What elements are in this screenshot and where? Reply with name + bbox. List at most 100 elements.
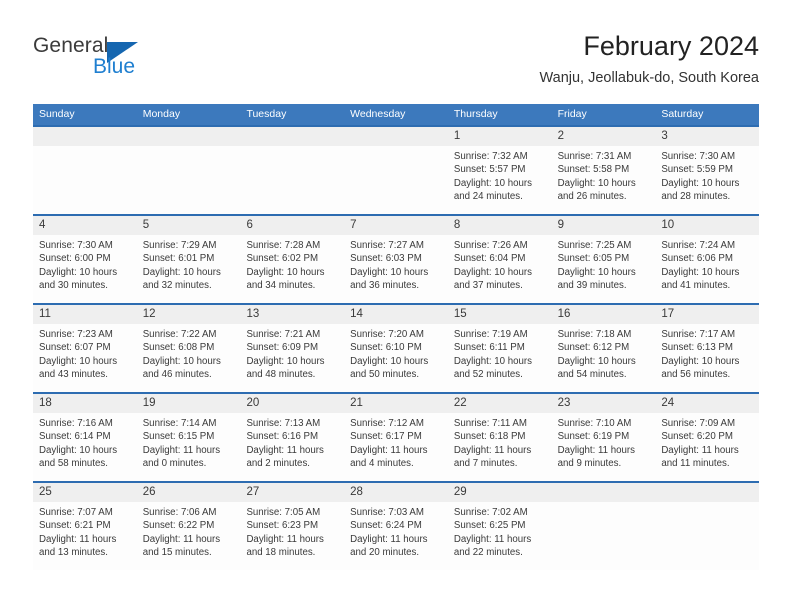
day-number-band: 20 (240, 394, 345, 413)
day-details: Sunrise: 7:25 AM Sunset: 6:05 PM Daylight:… (552, 235, 656, 293)
day-cell[interactable]: 7 Sunrise: 7:27 AM Sunset: 6:03 PM Daylight… (344, 216, 448, 303)
day-cell[interactable]: 9 Sunrise: 7:25 AM Sunset: 6:05 PM Daylight… (551, 216, 656, 303)
daylight-text-line1: Daylight: 11 hours (453, 533, 532, 545)
sunset-text: Sunset: 6:09 PM (246, 342, 319, 354)
day-cell[interactable]: 8 Sunrise: 7:26 AM Sunset: 6:04 PM Daylight… (447, 216, 552, 303)
day-number-band (136, 127, 241, 146)
day-number: 16 (557, 308, 571, 320)
day-cell[interactable]: 20 Sunrise: 7:13 AM Sunset: 6:16 PM Dayligh… (240, 394, 345, 481)
day-cell[interactable]: 23 Sunrise: 7:10 AM Sunset: 6:19 PM Dayligh… (551, 394, 656, 481)
sunrise-text: Sunrise: 7:06 AM (142, 507, 217, 518)
day-cell[interactable]: 11 Sunrise: 7:23 AM Sunset: 6:07 PM Dayligh… (33, 305, 137, 392)
day-cell[interactable]: 2 Sunrise: 7:31 AM Sunset: 5:58 PM Daylight… (551, 127, 656, 214)
day-number-band: 1 (447, 127, 552, 146)
sunrise-text: Sunrise: 7:10 AM (557, 418, 632, 429)
day-number-band: 19 (136, 394, 241, 413)
day-cell[interactable]: 25 Sunrise: 7:07 AM Sunset: 6:21 PM Dayligh… (33, 483, 137, 570)
day-cell[interactable]: 13 Sunrise: 7:21 AM Sunset: 6:09 PM Dayligh… (240, 305, 345, 392)
sunset-text: Sunset: 6:21 PM (39, 520, 111, 532)
day-cell[interactable]: 1 Sunrise: 7:32 AM Sunset: 5:57 PM Daylight… (447, 127, 552, 214)
day-details: Sunrise: 7:19 AM Sunset: 6:11 PM Daylight:… (448, 324, 552, 382)
calendar-grid: Sunday Monday Tuesday Wednesday Thursday Frid… (33, 104, 760, 570)
sunset-text: Sunset: 6:22 PM (142, 520, 215, 532)
sunrise-text: Sunrise: 7:19 AM (453, 329, 528, 340)
day-cell[interactable]: 24 Sunrise: 7:09 AM Sunset: 6:20 PM Dayligh… (655, 394, 760, 481)
daylight-text-line2: and 2 minutes. (246, 458, 310, 470)
daylight-text-line2: and 34 minutes. (246, 280, 316, 292)
sunset-text: Sunset: 5:59 PM (661, 164, 733, 176)
sunrise-text: Sunrise: 7:12 AM (350, 418, 424, 429)
day-cell[interactable]: 15 Sunrise: 7:19 AM Sunset: 6:11 PM Dayligh… (447, 305, 552, 392)
day-number-band: 27 (240, 483, 345, 502)
sunrise-text: Sunrise: 7:14 AM (142, 418, 217, 429)
sunset-text: Sunset: 6:20 PM (661, 431, 733, 443)
day-number-band: 10 (655, 216, 760, 235)
day-number-band: 6 (240, 216, 345, 235)
calendar-week-row: 11 Sunrise: 7:23 AM Sunset: 6:07 PM Dayligh… (33, 303, 760, 392)
day-cell[interactable]: 12 Sunrise: 7:22 AM Sunset: 6:08 PM Dayligh… (136, 305, 241, 392)
weekday-header-sunday: Sunday (39, 108, 75, 120)
daylight-text-line1: Daylight: 10 hours (557, 266, 636, 278)
calendar-weeks: 1 Sunrise: 7:32 AM Sunset: 5:57 PM Daylight… (33, 125, 760, 570)
day-cell[interactable]: 18 Sunrise: 7:16 AM Sunset: 6:14 PM Dayligh… (33, 394, 137, 481)
day-cell[interactable]: 26 Sunrise: 7:06 AM Sunset: 6:22 PM Dayligh… (136, 483, 241, 570)
sunrise-text: Sunrise: 7:27 AM (350, 240, 424, 251)
generalblue-logo[interactable]: General Blue (33, 34, 243, 90)
daylight-text-line1: Daylight: 10 hours (142, 266, 221, 278)
day-number: 17 (661, 308, 675, 320)
day-number-band: 4 (33, 216, 137, 235)
day-details (33, 146, 137, 150)
day-details: Sunrise: 7:21 AM Sunset: 6:09 PM Daylight:… (240, 324, 344, 382)
day-details: Sunrise: 7:31 AM Sunset: 5:58 PM Daylight:… (552, 146, 656, 204)
calendar-week-row: 1 Sunrise: 7:32 AM Sunset: 5:57 PM Daylight… (33, 125, 760, 214)
sunset-text: Sunset: 6:12 PM (557, 342, 630, 354)
sunrise-text: Sunrise: 7:31 AM (557, 151, 632, 162)
day-cell[interactable]: 27 Sunrise: 7:05 AM Sunset: 6:23 PM Dayligh… (240, 483, 345, 570)
day-cell-empty (240, 127, 345, 214)
day-cell[interactable]: 29 Sunrise: 7:02 AM Sunset: 6:25 PM Dayligh… (447, 483, 552, 570)
daylight-text-line2: and 9 minutes. (557, 458, 622, 470)
daylight-text-line2: and 0 minutes. (142, 458, 207, 470)
day-details: Sunrise: 7:16 AM Sunset: 6:14 PM Daylight:… (33, 413, 137, 471)
sunrise-text: Sunrise: 7:29 AM (142, 240, 217, 251)
day-number-band: 13 (240, 305, 345, 324)
daylight-text-line2: and 20 minutes. (350, 547, 420, 559)
sunrise-text: Sunrise: 7:05 AM (246, 507, 321, 518)
day-details: Sunrise: 7:20 AM Sunset: 6:10 PM Daylight:… (344, 324, 448, 382)
sunrise-text: Sunrise: 7:17 AM (661, 329, 736, 340)
day-details: Sunrise: 7:30 AM Sunset: 6:00 PM Daylight:… (33, 235, 137, 293)
sunset-text: Sunset: 6:18 PM (453, 431, 526, 443)
day-cell[interactable]: 3 Sunrise: 7:30 AM Sunset: 5:59 PM Daylight… (655, 127, 760, 214)
day-number-band: 11 (33, 305, 137, 324)
weekday-header-row: Sunday Monday Tuesday Wednesday Thursday Frid… (33, 104, 759, 125)
day-cell[interactable]: 14 Sunrise: 7:20 AM Sunset: 6:10 PM Dayligh… (344, 305, 448, 392)
day-cell[interactable]: 5 Sunrise: 7:29 AM Sunset: 6:01 PM Daylight… (136, 216, 241, 303)
sunset-text: Sunset: 6:07 PM (39, 342, 111, 354)
day-number-band: 12 (136, 305, 241, 324)
day-cell[interactable]: 16 Sunrise: 7:18 AM Sunset: 6:12 PM Dayligh… (551, 305, 656, 392)
sunrise-text: Sunrise: 7:03 AM (350, 507, 424, 518)
day-number-band (33, 127, 137, 146)
daylight-text-line2: and 37 minutes. (453, 280, 523, 292)
day-cell[interactable]: 22 Sunrise: 7:11 AM Sunset: 6:18 PM Dayligh… (447, 394, 552, 481)
day-cell[interactable]: 21 Sunrise: 7:12 AM Sunset: 6:17 PM Dayligh… (344, 394, 448, 481)
day-cell[interactable]: 19 Sunrise: 7:14 AM Sunset: 6:15 PM Dayligh… (136, 394, 241, 481)
sunset-text: Sunset: 6:02 PM (246, 253, 319, 265)
day-details (137, 146, 241, 150)
day-number-band: 15 (447, 305, 552, 324)
day-cell[interactable]: 10 Sunrise: 7:24 AM Sunset: 6:06 PM Dayligh… (655, 216, 760, 303)
daylight-text-line2: and 41 minutes. (661, 280, 731, 292)
day-cell[interactable]: 28 Sunrise: 7:03 AM Sunset: 6:24 PM Dayligh… (344, 483, 448, 570)
day-number: 21 (350, 397, 363, 409)
day-number-band: 29 (447, 483, 552, 502)
day-details (655, 502, 759, 506)
calendar-week-row: 25 Sunrise: 7:07 AM Sunset: 6:21 PM Dayligh… (33, 481, 760, 570)
daylight-text-line2: and 24 minutes. (453, 191, 523, 203)
day-cell[interactable]: 17 Sunrise: 7:17 AM Sunset: 6:13 PM Dayligh… (655, 305, 760, 392)
daylight-text-line1: Daylight: 11 hours (350, 533, 428, 545)
day-cell[interactable]: 4 Sunrise: 7:30 AM Sunset: 6:00 PM Daylight… (33, 216, 137, 303)
day-number-band: 22 (447, 394, 552, 413)
daylight-text-line1: Daylight: 10 hours (39, 355, 118, 367)
day-cell[interactable]: 6 Sunrise: 7:28 AM Sunset: 6:02 PM Daylight… (240, 216, 345, 303)
daylight-text-line1: Daylight: 11 hours (142, 444, 221, 456)
